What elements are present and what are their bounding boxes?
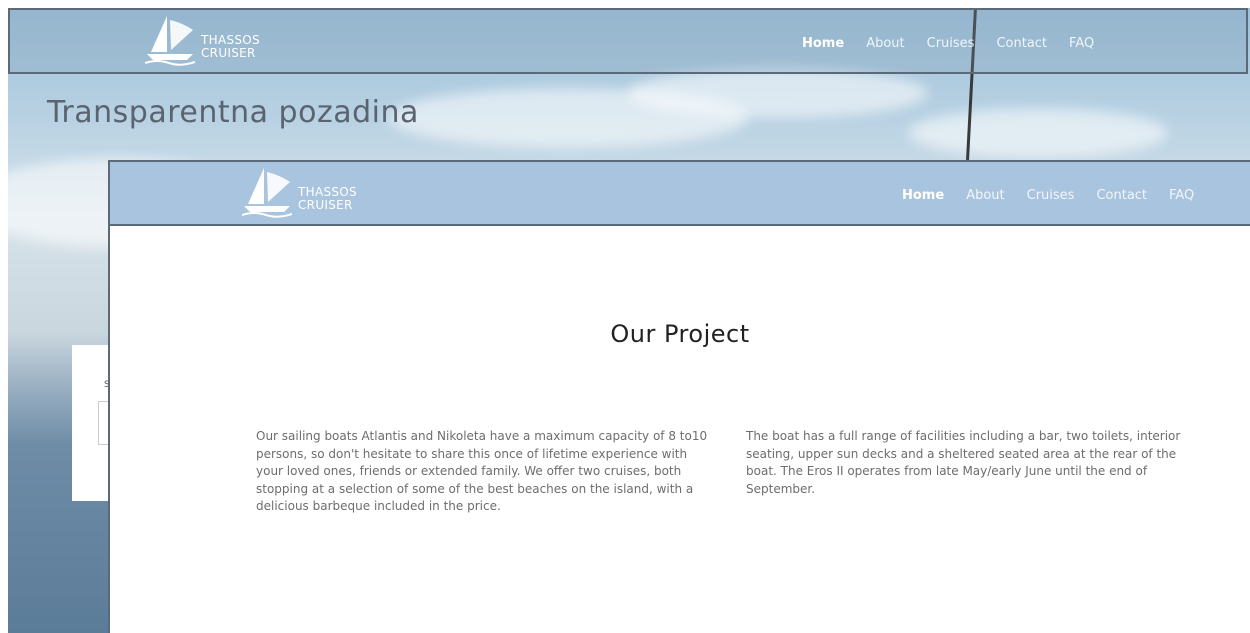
page-preview: THASSOS CRUISER Home About Cruises Conta… [108,160,1250,633]
brand-line2: CRUISER [201,46,256,60]
nav-menu-bottom: Home About Cruises Contact FAQ [902,188,1194,203]
section-heading: Transparentna pozadina [47,95,419,130]
project-text-left: Our sailing boats Atlantis and Nikoleta … [256,429,708,513]
logo[interactable]: THASSOS CRUISER [145,12,260,66]
nav-cruises[interactable]: Cruises [927,36,975,51]
nav-menu-top: Home About Cruises Contact FAQ [802,36,1094,51]
nav-faq[interactable]: FAQ [1069,36,1094,51]
brand-line2: CRUISER [298,198,353,212]
brand-name: THASSOS CRUISER [201,34,260,60]
nav-contact[interactable]: Contact [996,36,1047,51]
nav-home[interactable]: Home [802,36,844,51]
nav-home[interactable]: Home [902,188,944,203]
navbar-transparent: THASSOS CRUISER Home About Cruises Conta… [8,8,1248,74]
project-text-right: The boat has a full range of facilities … [746,429,1181,496]
nav-faq[interactable]: FAQ [1169,188,1194,203]
brand-name: THASSOS CRUISER [298,186,357,212]
navbar-solid: THASSOS CRUISER Home About Cruises Conta… [110,160,1250,226]
project-title: Our Project [610,320,750,348]
nav-about[interactable]: About [866,36,904,51]
nav-about[interactable]: About [966,188,1004,203]
logo[interactable]: THASSOS CRUISER [242,164,357,218]
nav-cruises[interactable]: Cruises [1027,188,1075,203]
sailboat-logo-icon [242,168,292,218]
hidden-form-card: SI [72,345,118,501]
nav-contact[interactable]: Contact [1096,188,1147,203]
sailboat-logo-icon [145,16,195,66]
